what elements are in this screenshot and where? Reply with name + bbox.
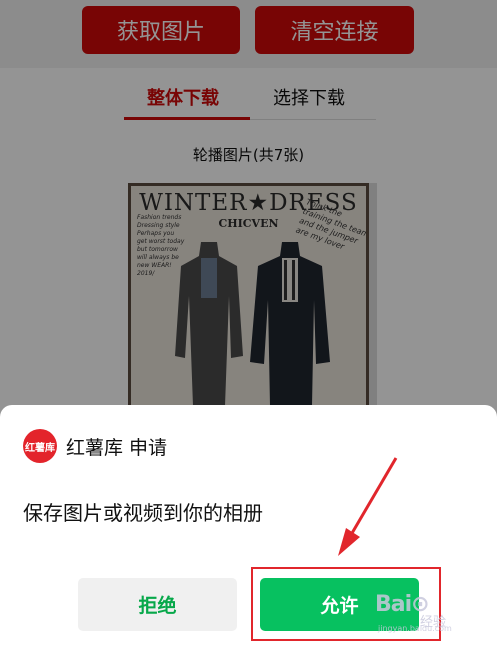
annotation-arrow-icon: [338, 457, 398, 556]
watermark-url: jingyan.baidu.com: [378, 624, 452, 633]
